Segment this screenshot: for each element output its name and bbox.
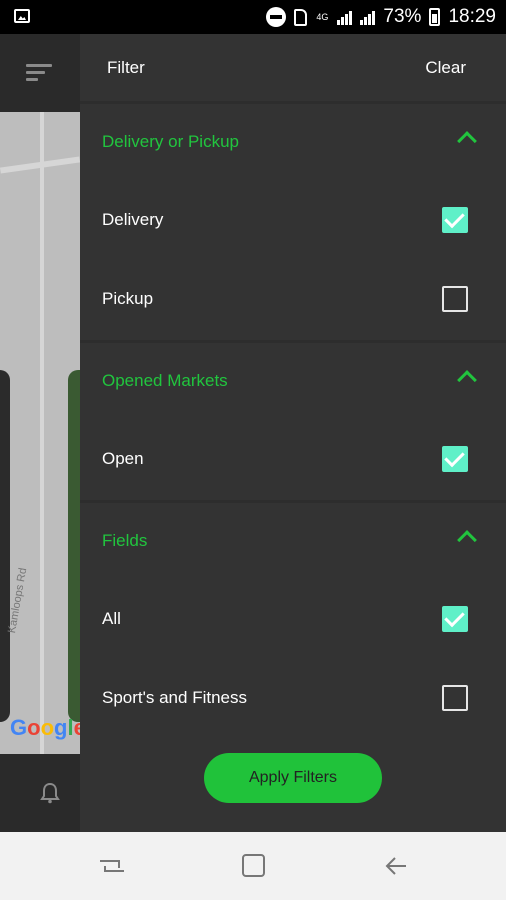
recent-apps-icon[interactable] (100, 856, 124, 878)
section-header-delivery-or-pickup[interactable]: Delivery or Pickup (80, 118, 506, 168)
status-bar: 4G 73% 18:29 (0, 0, 506, 34)
option-label: Sport's and Fitness (102, 688, 247, 707)
sim-card-icon (294, 8, 308, 26)
background-app: Kamloops Rd Google (0, 34, 80, 832)
map-road (40, 112, 44, 754)
chevron-up-icon[interactable] (457, 530, 477, 550)
navigation-bar (0, 832, 506, 900)
sort-menu-icon[interactable] (26, 64, 52, 82)
divider (80, 500, 506, 503)
option-label: Pickup (102, 289, 154, 308)
divider (80, 101, 506, 104)
option-label: Delivery (102, 210, 164, 229)
google-logo: Google (10, 715, 80, 740)
drawer-header: Filter Clear (80, 34, 506, 102)
delivery-checkbox[interactable] (442, 207, 468, 233)
option-row-sports-and-fitness[interactable]: Sport's and Fitness (80, 670, 506, 730)
divider (80, 340, 506, 343)
option-row-delivery[interactable]: Delivery (80, 192, 506, 252)
status-icons: 4G 73% 18:29 (266, 6, 496, 28)
pickup-checkbox[interactable] (442, 286, 468, 312)
option-row-pickup[interactable]: Pickup (80, 271, 506, 331)
clear-button[interactable]: Clear (425, 58, 466, 78)
section-title: Opened Markets (102, 371, 228, 390)
chevron-up-icon[interactable] (457, 131, 477, 151)
market-card-right[interactable] (68, 370, 80, 722)
sports-and-fitness-checkbox[interactable] (442, 685, 468, 711)
chevron-up-icon[interactable] (457, 370, 477, 390)
network-type-label: 4G (316, 11, 329, 22)
section-title: Delivery or Pickup (102, 132, 239, 151)
filter-drawer: Filter Clear Delivery or Pickup Delivery… (80, 34, 506, 832)
drawer-title: Filter (107, 58, 145, 77)
home-icon[interactable] (242, 854, 265, 877)
map-view: Kamloops Rd Google (0, 112, 80, 754)
battery-icon (429, 8, 441, 26)
option-label: All (102, 609, 121, 628)
option-label: Open (102, 449, 144, 468)
app-bottom-bar (0, 754, 80, 832)
clock: 18:29 (448, 6, 496, 27)
option-row-open[interactable]: Open (80, 431, 506, 491)
back-icon[interactable] (384, 854, 408, 878)
bell-icon[interactable] (40, 782, 60, 804)
section-title: Fields (102, 531, 148, 550)
open-checkbox[interactable] (442, 446, 468, 472)
app-top-bar (0, 34, 80, 112)
section-header-fields[interactable]: Fields (80, 517, 506, 567)
market-card-left[interactable] (0, 370, 10, 722)
apply-filters-button[interactable]: Apply Filters (204, 753, 382, 803)
signal-icon-2 (360, 9, 376, 25)
section-header-opened-markets[interactable]: Opened Markets (80, 357, 506, 407)
option-row-all[interactable]: All (80, 591, 506, 651)
do-not-disturb-icon (266, 7, 287, 27)
signal-icon (337, 9, 353, 25)
all-checkbox[interactable] (442, 606, 468, 632)
gallery-notification-icon (14, 9, 30, 23)
battery-percentage: 73% (383, 6, 422, 27)
